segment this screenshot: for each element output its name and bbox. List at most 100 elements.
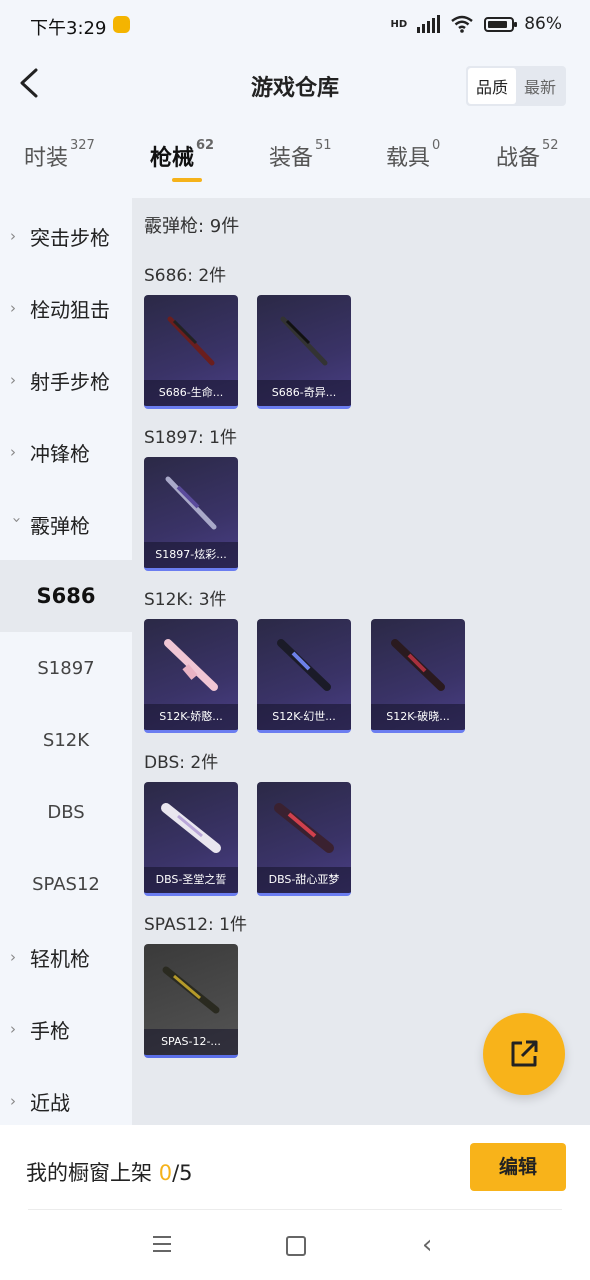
sidebar-item-label: 近战 (30, 1090, 70, 1115)
sidebar-item-label: 霰弹枪 (30, 513, 90, 538)
weapon-card-name: S1897-炫彩... (144, 542, 238, 568)
sort-latest-button[interactable]: 最新 (516, 68, 564, 104)
category-tabs: 时装327 枪械62 装备51 载具0 战备52 (0, 138, 590, 190)
weapon-card-name: DBS-圣堂之誓 (144, 867, 238, 893)
weapon-card[interactable]: S12K-破晓... (371, 619, 465, 733)
chevron-right-icon: › (10, 443, 16, 461)
weapon-card[interactable]: DBS-甜心亚梦 (257, 782, 351, 896)
active-tab-indicator (172, 178, 202, 182)
weapon-card[interactable]: S1897-炫彩... (144, 457, 238, 571)
sidebar-subitem-spas12[interactable]: SPAS12 (0, 848, 132, 920)
sidebar-item-pistol[interactable]: › 手枪 (0, 993, 132, 1065)
share-fab-button[interactable] (483, 1013, 565, 1095)
weapon-card-name: S686-奇异... (257, 380, 351, 406)
shotgun-total: 霰弹枪: 9件 (144, 216, 240, 237)
app-notification-icon (113, 16, 130, 33)
tab-count: 0 (432, 138, 441, 153)
tab-label: 枪械 (150, 146, 195, 171)
showcase-count-total: /5 (172, 1161, 193, 1185)
section-label-s686: S686: 2件 (144, 266, 227, 286)
weapon-card[interactable]: DBS-圣堂之誓 (144, 782, 238, 896)
tab-count: 327 (70, 138, 95, 153)
home-icon[interactable] (286, 1236, 306, 1256)
system-nav-bar: ‹ (0, 1210, 590, 1280)
header: 游戏仓库 品质 最新 (0, 52, 590, 116)
status-time: 下午3:29 (30, 18, 107, 39)
weapon-card[interactable]: S12K-幻世... (257, 619, 351, 733)
chevron-right-icon: › (10, 371, 16, 389)
shotgun-skin-icon (164, 639, 218, 691)
sidebar-item-assault-rifle[interactable]: › 突击步枪 (0, 200, 132, 272)
chevron-right-icon: › (10, 1092, 16, 1110)
signal-icon (417, 15, 441, 33)
sidebar-item-label: 手枪 (30, 1018, 70, 1043)
tab-count: 52 (542, 138, 559, 153)
sidebar-item-label: 冲锋枪 (30, 441, 90, 466)
weapon-card[interactable]: S686-生命... (144, 295, 238, 409)
section-label-dbs: DBS: 2件 (144, 753, 219, 773)
share-icon (511, 1040, 538, 1067)
edit-button[interactable]: 编辑 (470, 1143, 566, 1191)
sidebar-item-lmg[interactable]: › 轻机枪 (0, 921, 132, 993)
chevron-right-icon: › (10, 299, 16, 317)
sidebar-item-label: 轻机枪 (30, 946, 90, 971)
showcase-count-current: 0 (158, 1161, 173, 1185)
wifi-icon (451, 15, 473, 33)
sidebar-item-shotgun[interactable]: › 霰弹枪 (0, 488, 132, 560)
shotgun-skin-icon (274, 803, 334, 853)
sort-toggle: 品质 最新 (465, 66, 566, 106)
sidebar-item-marksman-rifle[interactable]: › 射手步枪 (0, 344, 132, 416)
chevron-right-icon: › (10, 948, 16, 966)
shotgun-skin-icon (391, 639, 445, 691)
sidebar-subitem-s686[interactable]: S686 (0, 560, 132, 632)
tab-equipment[interactable]: 装备51 (269, 138, 332, 172)
tab-supplies[interactable]: 战备52 (496, 138, 559, 172)
hd-indicator: HD (390, 18, 408, 30)
shotgun-skin-icon (277, 639, 331, 691)
section-label-s1897: S1897: 1件 (144, 428, 238, 448)
sidebar-subitem-s12k[interactable]: S12K (0, 704, 132, 776)
shotgun-skin-icon (167, 316, 215, 366)
weapon-card-name: S12K-破晓... (371, 704, 465, 730)
sidebar-item-bolt-sniper[interactable]: › 栓动狙击 (0, 272, 132, 344)
showcase-label-text: 我的橱窗上架 (26, 1161, 159, 1185)
back-icon[interactable]: ‹ (422, 1230, 432, 1260)
chevron-right-icon: › (10, 227, 16, 245)
sidebar-item-label: 射手步枪 (30, 369, 110, 394)
section-label-spas12: SPAS12: 1件 (144, 915, 247, 935)
weapon-category-sidebar: › 突击步枪 › 栓动狙击 › 射手步枪 › 冲锋枪 › 霰弹枪 S686 S1897 S… (0, 198, 132, 1125)
weapon-card[interactable]: S12K-娇憨... (144, 619, 238, 733)
tab-label: 载具 (386, 146, 431, 171)
tab-label: 时装 (24, 146, 69, 171)
tab-label: 战备 (496, 146, 541, 171)
sidebar-item-label: 突击步枪 (30, 225, 110, 250)
chevron-right-icon: › (10, 1020, 16, 1038)
weapon-card[interactable]: S686-奇异... (257, 295, 351, 409)
shotgun-skin-icon (280, 316, 328, 366)
battery-level: 86% (524, 14, 562, 34)
menu-icon[interactable] (153, 1236, 171, 1257)
tab-count: 62 (196, 138, 215, 153)
chevron-down-icon: › (8, 517, 26, 523)
weapon-card-name: S12K-娇憨... (144, 704, 238, 730)
battery-icon (484, 16, 518, 32)
section-label-s12k: S12K: 3件 (144, 590, 227, 610)
sidebar-item-label: 栓动狙击 (30, 297, 110, 322)
sidebar-subitem-dbs[interactable]: DBS (0, 776, 132, 848)
status-bar: 下午3:29 HD 86% (0, 0, 590, 52)
weapon-card-name: SPAS-12-... (144, 1029, 238, 1055)
sidebar-item-smg[interactable]: › 冲锋枪 (0, 416, 132, 488)
sidebar-subitem-s1897[interactable]: S1897 (0, 632, 132, 704)
weapon-grid: 霰弹枪: 9件 S686: 2件 S686-生命... S686-奇异... S… (132, 198, 590, 1125)
showcase-bar: 我的橱窗上架 0/5 编辑 (0, 1125, 590, 1210)
tab-vehicles[interactable]: 载具0 (386, 138, 441, 172)
weapon-card-name: S12K-幻世... (257, 704, 351, 730)
shotgun-skin-icon (165, 476, 217, 530)
tab-firearms[interactable]: 枪械62 (150, 138, 215, 182)
weapon-card[interactable]: SPAS-12-... (144, 944, 238, 1058)
weapon-card-name: DBS-甜心亚梦 (257, 867, 351, 893)
sort-quality-button[interactable]: 品质 (467, 68, 516, 104)
tab-label: 装备 (269, 146, 314, 171)
shotgun-skin-icon (162, 966, 220, 1014)
tab-fashion[interactable]: 时装327 (24, 138, 95, 172)
